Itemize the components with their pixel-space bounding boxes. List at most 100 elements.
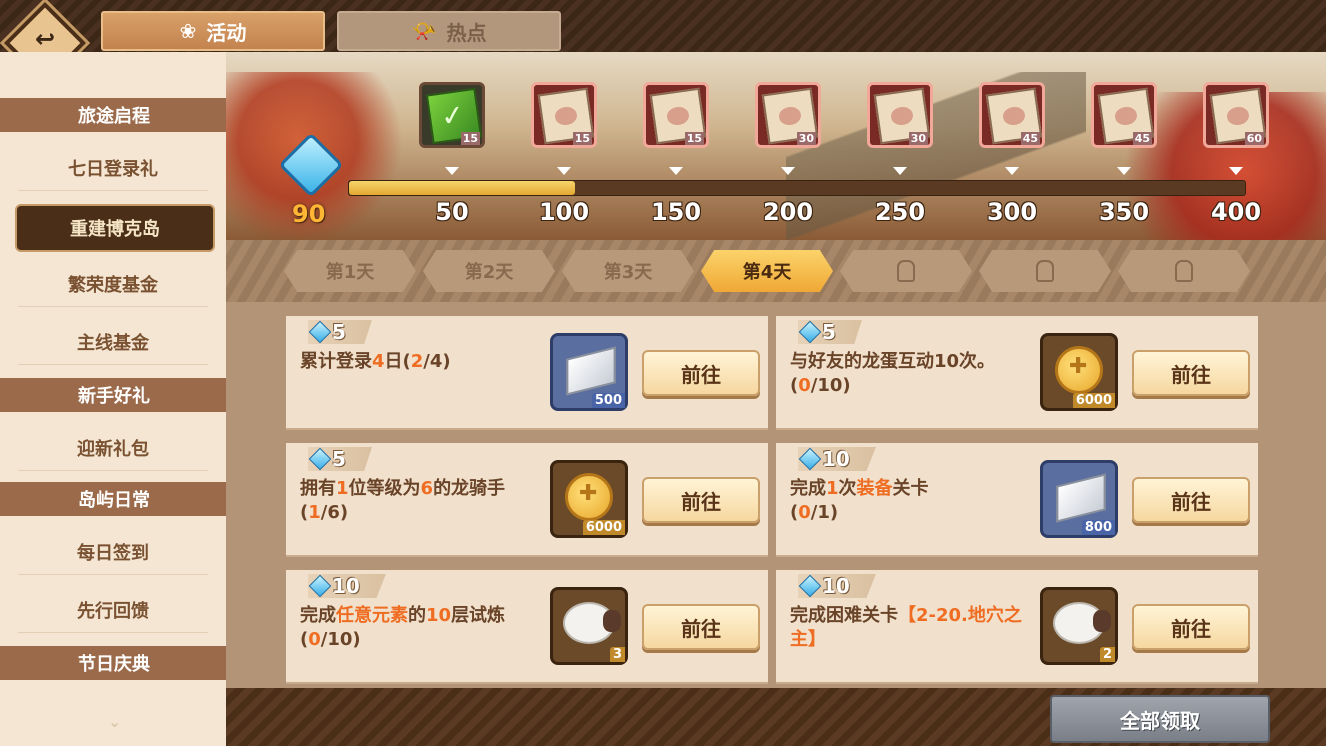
- sidebar-item-rebuild-island[interactable]: 重建博克岛: [15, 204, 215, 252]
- go-button[interactable]: 前往: [1132, 477, 1250, 523]
- task-card: 5 拥有1位等级为6的龙骑手(1/6) 6000 前往: [286, 443, 768, 557]
- reward-item[interactable]: 3: [550, 587, 628, 665]
- tab-hot[interactable]: 📯 热点: [337, 11, 561, 51]
- tab-day-6[interactable]: [979, 250, 1111, 292]
- task-points: 5: [332, 320, 346, 344]
- go-button[interactable]: 前往: [1132, 604, 1250, 650]
- task-highlight: 0: [798, 502, 811, 523]
- points-gem-icon: [308, 320, 332, 344]
- milestone-reward[interactable]: 45: [1091, 82, 1157, 148]
- task-text: /10): [320, 629, 361, 650]
- task-points-badge: 10: [798, 447, 876, 471]
- back-icon: ↩: [34, 25, 56, 53]
- sidebar-item-daily-signin[interactable]: 每日签到: [18, 530, 208, 575]
- task-text: 的龙骑手: [433, 478, 506, 499]
- task-points: 5: [332, 447, 346, 471]
- milestone-label: 100: [538, 198, 590, 226]
- progress-banner: 90 15 50 15 100 15 150 30 200 30 250 45 300 45 350 60 4…: [226, 52, 1326, 240]
- reward-count: 30: [796, 132, 816, 145]
- task-description: 累计登录4日(2/4): [300, 350, 536, 374]
- go-button[interactable]: 前往: [642, 477, 760, 523]
- task-points: 5: [822, 320, 836, 344]
- milestone-reward[interactable]: 30: [755, 82, 821, 148]
- reward-item-count: 500: [591, 393, 625, 408]
- task-description: 完成任意元素的10层试炼 (0/10): [300, 604, 536, 652]
- task-text: (: [790, 502, 799, 523]
- reward-item[interactable]: 800: [1040, 460, 1118, 538]
- sidebar-item-seven-day-login[interactable]: 七日登录礼: [18, 146, 208, 191]
- points-gem-icon: [308, 574, 332, 598]
- go-button[interactable]: 前往: [642, 350, 760, 396]
- tab-activity[interactable]: ❀ 活动: [101, 11, 325, 51]
- reward-count: 45: [1020, 132, 1040, 145]
- task-text: 累计登录: [300, 351, 372, 372]
- reward-item-count: 3: [609, 647, 625, 662]
- sidebar-item-early-reward[interactable]: 先行回馈: [18, 588, 208, 633]
- sidebar-item-main-fund[interactable]: 主线基金: [18, 320, 208, 365]
- go-button[interactable]: 前往: [1132, 350, 1250, 396]
- task-highlight: 1: [336, 478, 349, 499]
- sidebar: 旅途启程 七日登录礼 重建博克岛 繁荣度基金 主线基金 新手好礼 迎新礼包 岛屿…: [0, 52, 238, 746]
- milestone-label: 200: [762, 198, 814, 226]
- sidebar-item-prosperity-fund[interactable]: 繁荣度基金: [18, 262, 208, 307]
- reward-item-count: 6000: [582, 520, 625, 535]
- points-gem-icon: [798, 574, 822, 598]
- tab-day-4[interactable]: 第4天: [701, 250, 833, 292]
- tab-day-3[interactable]: 第3天: [562, 250, 694, 292]
- task-description: 拥有1位等级为6的龙骑手 (1/6): [300, 477, 536, 525]
- milestone-reward[interactable]: 15: [419, 82, 485, 148]
- tab-hot-label: 热点: [446, 20, 487, 45]
- task-list: 5累计登录4日(2/4)500前往5与好友的龙蛋互动10次。(0/10)6000…: [226, 302, 1326, 688]
- tab-day-7[interactable]: [1118, 250, 1250, 292]
- task-description: 完成1次装备关卡 (0/1): [790, 477, 1026, 525]
- chevron-down-icon[interactable]: ⌄: [108, 712, 121, 731]
- task-text: /10): [810, 375, 851, 396]
- reward-count: 15: [460, 132, 480, 145]
- reward-item[interactable]: 6000: [1040, 333, 1118, 411]
- tab-day-5[interactable]: [840, 250, 972, 292]
- task-points: 10: [822, 447, 850, 471]
- points-gem-icon: [798, 447, 822, 471]
- task-text: (: [790, 375, 799, 396]
- tab-day-1[interactable]: 第1天: [284, 250, 416, 292]
- tab-day-2[interactable]: 第2天: [423, 250, 555, 292]
- sidebar-group-header: 新手好礼: [0, 378, 238, 412]
- tab-day-label: 第1天: [325, 262, 375, 283]
- reward-item[interactable]: 500: [550, 333, 628, 411]
- milestone-marker-icon: [1117, 167, 1131, 175]
- progress-fill: [349, 181, 575, 195]
- go-button[interactable]: 前往: [642, 604, 760, 650]
- reward-item-count: 800: [1081, 520, 1115, 535]
- task-card: 10 完成任意元素的10层试炼 (0/10) 3 前往: [286, 570, 768, 684]
- sidebar-group-header: 旅途启程: [0, 98, 238, 132]
- milestone-reward[interactable]: 15: [643, 82, 709, 148]
- milestone-marker-icon: [445, 167, 459, 175]
- task-description: 完成困难关卡【2-20.地穴之主】: [790, 604, 1026, 652]
- milestone-reward[interactable]: 15: [531, 82, 597, 148]
- task-text: 日(: [384, 351, 411, 372]
- claim-all-button[interactable]: 全部领取: [1050, 695, 1270, 743]
- gold-coin-icon: [565, 473, 613, 521]
- sidebar-group-header: 节日庆典: [0, 646, 238, 680]
- sidebar-item-welcome-pack[interactable]: 迎新礼包: [18, 426, 208, 471]
- tab-day-label: 第2天: [464, 262, 514, 283]
- milestone-label: 150: [650, 198, 702, 226]
- reward-item[interactable]: 2: [1040, 587, 1118, 665]
- task-points: 10: [332, 574, 360, 598]
- points-gem-icon: [308, 447, 332, 471]
- task-text: (: [300, 629, 309, 650]
- task-text: /1): [810, 502, 839, 523]
- milestone-reward[interactable]: 45: [979, 82, 1045, 148]
- milestone-marker-icon: [893, 167, 907, 175]
- milestone-reward[interactable]: 60: [1203, 82, 1269, 148]
- milestone-reward[interactable]: 30: [867, 82, 933, 148]
- task-highlight: 任意元素: [336, 605, 408, 626]
- task-highlight: 6: [420, 478, 434, 499]
- tab-day-label: 第3天: [603, 262, 653, 283]
- task-highlight: 4: [372, 351, 385, 372]
- lock-icon: [1036, 260, 1054, 282]
- task-card: 5 累计登录4日(2/4) 500 前往: [286, 316, 768, 430]
- gift-icon: ❀: [179, 19, 197, 43]
- task-text: 完成: [790, 478, 826, 499]
- reward-item[interactable]: 6000: [550, 460, 628, 538]
